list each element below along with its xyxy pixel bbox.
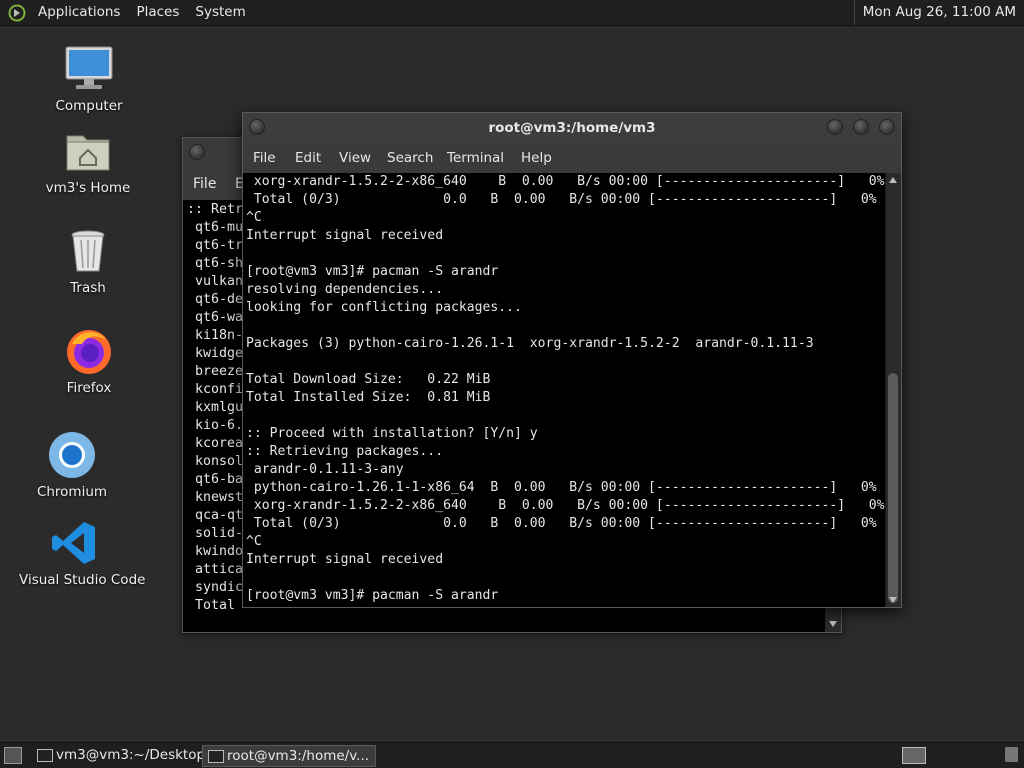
desktop-icon-chromium[interactable]: Chromium <box>17 430 127 500</box>
terminal-line: xorg-xrandr-1.5.2-2-x86_640 B 0.00 B/s 0… <box>246 174 885 189</box>
window-titlebar[interactable]: root@vm3:/home/vm3 <box>243 113 901 143</box>
window-title: root@vm3:/home/vm3 <box>488 120 656 136</box>
terminal-line: Total (0/3) 0.0 B 0.00 B/s 00:00 [------… <box>246 192 877 207</box>
close-button[interactable] <box>879 119 895 135</box>
bottom-panel: vm3@vm3:~/Desktop root@vm3:/home/v... <box>0 742 1024 768</box>
menu-help[interactable]: Help <box>521 150 552 166</box>
vscode-icon <box>49 518 99 568</box>
terminal-line: Interrupt signal received <box>246 552 444 567</box>
show-desktop-icon[interactable] <box>4 747 22 764</box>
computer-icon <box>64 44 114 94</box>
terminal-line: [root@vm3 vm3]# pacman -S arandr <box>246 588 499 603</box>
terminal-window-active[interactable]: root@vm3:/home/vm3 File Edit View Search… <box>242 112 902 608</box>
desktop-icon-vscode[interactable]: Visual Studio Code <box>19 518 146 588</box>
menu-edit[interactable]: Edit <box>295 150 321 166</box>
terminal-icon <box>208 750 224 763</box>
terminal-line: Total Download Size: 0.22 MiB <box>246 372 491 387</box>
workspace-switcher[interactable] <box>902 747 926 764</box>
menubar: File Edit View Search Terminal Help <box>243 143 901 173</box>
menu-system[interactable]: System <box>187 0 253 25</box>
desktop-icon-label: Trash <box>70 280 106 296</box>
trash-applet-icon[interactable] <box>1005 747 1018 762</box>
distro-logo-icon[interactable] <box>8 4 26 22</box>
firefox-icon <box>64 326 114 376</box>
menu-applications[interactable]: Applications <box>30 0 128 25</box>
taskbar-item-root-terminal[interactable]: root@vm3:/home/v... <box>202 745 377 767</box>
scrollbar[interactable] <box>885 173 901 607</box>
desktop-icon-label: Computer <box>55 98 123 114</box>
minimize-button[interactable] <box>827 119 843 135</box>
desktop-icon-home[interactable]: vm3's Home <box>33 126 143 196</box>
scroll-up-arrow-icon[interactable] <box>889 177 897 183</box>
desktop-icon-label: Firefox <box>66 380 112 396</box>
terminal-icon <box>37 749 53 762</box>
menu-terminal[interactable]: Terminal <box>447 150 504 166</box>
terminal-line: ^C <box>246 534 262 549</box>
terminal-line: resolving dependencies... <box>246 282 444 297</box>
scroll-down-arrow-icon[interactable] <box>889 597 897 603</box>
terminal-line: [root@vm3 vm3]# pacman -S arandr <box>246 264 499 279</box>
desktop-icon-trash[interactable]: Trash <box>33 226 143 296</box>
trash-icon <box>63 226 113 276</box>
taskbar-item-label: vm3@vm3:~/Desktop <box>56 747 206 763</box>
terminal-line: xorg-xrandr-1.5.2-2-x86_640 B 0.00 B/s 0… <box>246 498 885 513</box>
maximize-button[interactable] <box>853 119 869 135</box>
menu-search[interactable]: Search <box>387 150 433 166</box>
window-menu-button[interactable] <box>189 144 205 160</box>
terminal-line: looking for conflicting packages... <box>246 300 522 315</box>
terminal-line: arandr-0.1.11-3-any <box>246 462 404 477</box>
terminal-line: :: Retrieving packages... <box>246 444 444 459</box>
clock[interactable]: Mon Aug 26, 11:00 AM <box>853 0 1024 25</box>
terminal-line: python-cairo-1.26.1-1-x86_64 B 0.00 B/s … <box>246 480 877 495</box>
terminal-line: :: Proceed with installation? [Y/n] y <box>246 426 538 441</box>
menu-file[interactable]: File <box>253 150 276 166</box>
taskbar-item-desktop-terminal[interactable]: vm3@vm3:~/Desktop <box>32 745 211 765</box>
scrollbar-thumb[interactable] <box>888 373 898 603</box>
terminal-line: Total (0/3) 0.0 B 0.00 B/s 00:00 [------… <box>246 516 877 531</box>
scroll-down-arrow-icon[interactable] <box>829 621 837 627</box>
terminal-line: Interrupt signal received <box>246 228 444 243</box>
chromium-icon <box>47 430 97 480</box>
menu-file[interactable]: File <box>193 176 216 192</box>
desktop-icon-firefox[interactable]: Firefox <box>34 326 144 396</box>
terminal-line: Packages (3) python-cairo-1.26.1-1 xorg-… <box>246 336 814 351</box>
menu-places[interactable]: Places <box>128 0 187 25</box>
home-folder-icon <box>63 126 113 176</box>
taskbar-item-label: root@vm3:/home/v... <box>227 748 370 764</box>
menu-view[interactable]: View <box>339 150 371 166</box>
terminal-line: ^C <box>246 210 262 225</box>
desktop-icon-label: Chromium <box>36 484 108 500</box>
terminal-output[interactable]: xorg-xrandr-1.5.2-2-x86_640 B 0.00 B/s 0… <box>243 173 888 607</box>
desktop-icon-label: Visual Studio Code <box>19 572 146 588</box>
desktop-icon-label: vm3's Home <box>45 180 131 196</box>
terminal-line: Total Installed Size: 0.81 MiB <box>246 390 491 405</box>
desktop-icon-computer[interactable]: Computer <box>34 44 144 114</box>
top-panel: Applications Places System Mon Aug 26, 1… <box>0 0 1024 26</box>
